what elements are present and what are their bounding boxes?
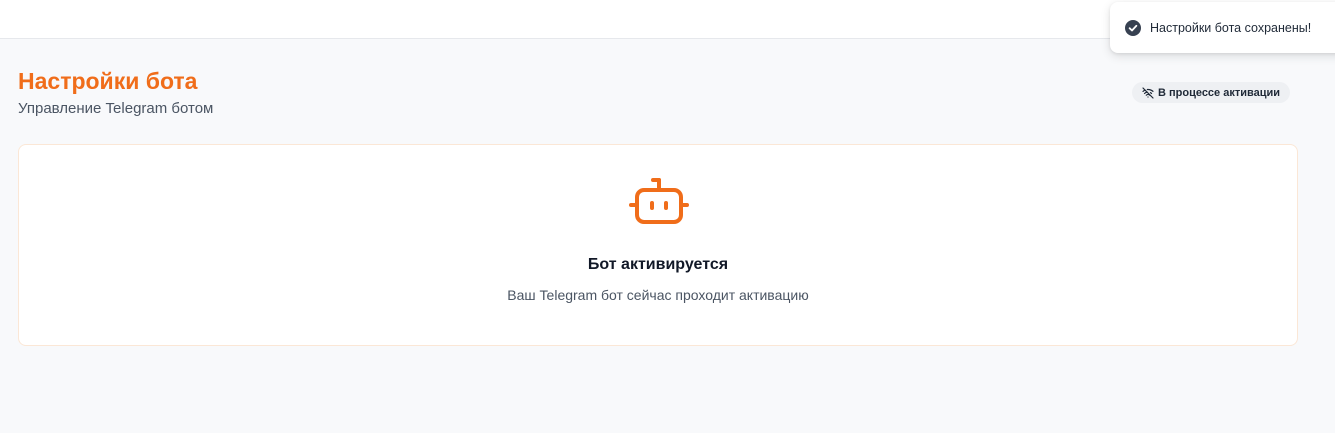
- page-subtitle: Управление Telegram ботом: [18, 100, 214, 117]
- card-title: Бот активируется: [587, 256, 729, 273]
- status-label: В процессе активации: [1158, 86, 1281, 99]
- robot-icon: [628, 175, 690, 229]
- check-circle-icon: [1125, 19, 1141, 36]
- card-description: Ваш Telegram бот сейчас проходит активац…: [507, 287, 809, 303]
- bot-status-card: Бот активируется Ваш Telegram бот сейчас…: [18, 144, 1298, 346]
- page-title: Настройки бота: [18, 68, 198, 94]
- toast-message: Настройки бота сохранены!: [1150, 20, 1312, 35]
- status-badge: В процессе активации: [1132, 82, 1291, 103]
- toast-notification[interactable]: Настройки бота сохранены!: [1110, 2, 1335, 53]
- wifi-off-icon: [1142, 86, 1154, 99]
